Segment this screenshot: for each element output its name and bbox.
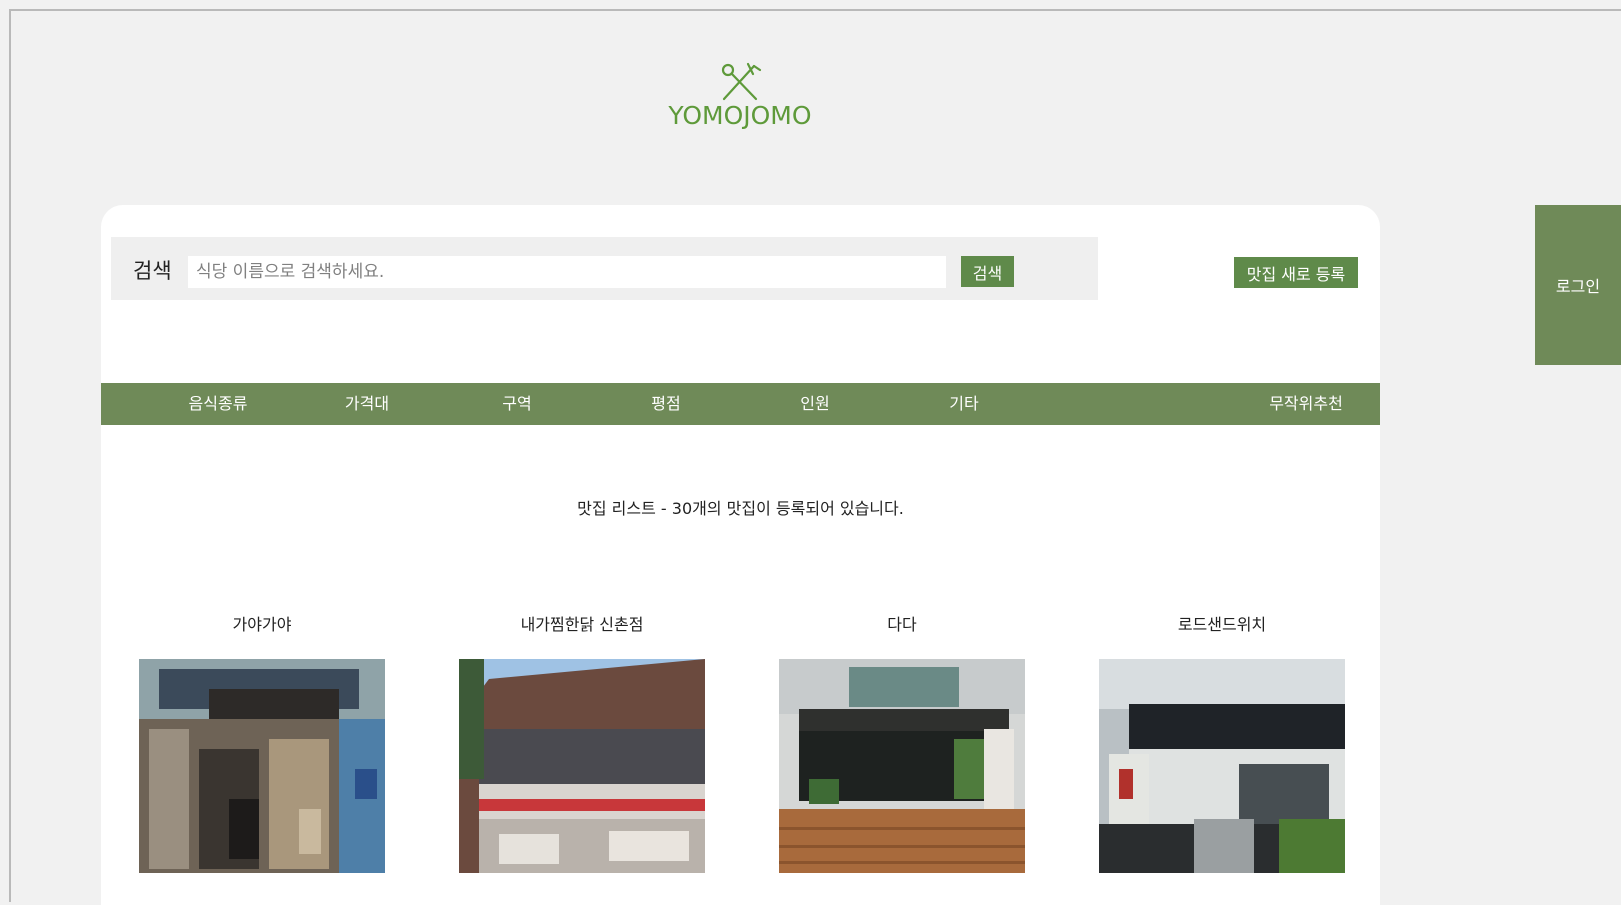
- storefront-photo[interactable]: [779, 659, 1025, 873]
- storefront-photo[interactable]: [1099, 659, 1345, 873]
- register-restaurant-button[interactable]: 맛집 새로 등록: [1234, 257, 1358, 288]
- restaurant-card[interactable]: 가야가야: [139, 613, 385, 873]
- nav-item-price-range[interactable]: 가격대: [345, 383, 389, 425]
- nav-item-etc[interactable]: 기타: [949, 383, 978, 425]
- search-label: 검색: [133, 259, 172, 283]
- restaurant-name[interactable]: 다다: [779, 613, 1025, 637]
- main-card: 검색 검색 맛집 새로 등록 음식종류 가격대 구역 평점 인원 기타 무작위추…: [101, 205, 1380, 905]
- search-button[interactable]: 검색: [961, 256, 1014, 287]
- restaurant-name[interactable]: 내가찜한닭 신촌점: [459, 613, 705, 637]
- restaurant-name[interactable]: 가야가야: [139, 613, 385, 637]
- logo-text: YOMOJOMO: [668, 101, 812, 130]
- nav-item-random-recommend[interactable]: 무작위추천: [1269, 383, 1343, 425]
- list-title: 맛집 리스트 - 30개의 맛집이 등록되어 있습니다.: [577, 499, 904, 518]
- nav-item-rating[interactable]: 평점: [651, 383, 680, 425]
- login-button[interactable]: 로그인: [1535, 205, 1621, 365]
- search-input[interactable]: [188, 256, 946, 288]
- restaurant-card[interactable]: 내가찜한닭 신촌점: [459, 613, 705, 873]
- storefront-photo[interactable]: [139, 659, 385, 873]
- nav-item-food-type[interactable]: 음식종류: [189, 383, 248, 425]
- restaurant-card[interactable]: 다다: [779, 613, 1025, 873]
- storefront-photo[interactable]: [459, 659, 705, 873]
- nav-item-party-size[interactable]: 인원: [800, 383, 829, 425]
- restaurant-card[interactable]: 로드샌드위치: [1099, 613, 1345, 873]
- filter-nav: 음식종류 가격대 구역 평점 인원 기타 무작위추천: [101, 383, 1380, 425]
- fork-and-knife-crossed-icon: [721, 62, 762, 101]
- restaurant-name[interactable]: 로드샌드위치: [1099, 613, 1345, 637]
- search-bar: 검색 검색: [111, 237, 1098, 300]
- nav-item-area[interactable]: 구역: [502, 383, 531, 425]
- logo[interactable]: YOMOJOMO: [660, 62, 820, 130]
